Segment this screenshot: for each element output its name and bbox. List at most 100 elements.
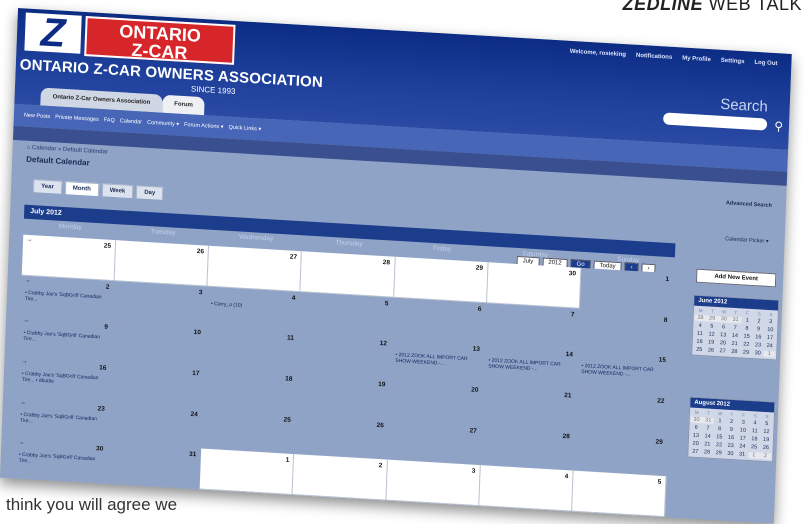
calendar-day-cell[interactable]: 26 (294, 413, 390, 460)
calendar-event[interactable]: • 2012 ZOOK ALL IMPORT CAR SHOW WEEKEND … (395, 352, 477, 369)
calendar-day-cell[interactable]: 13 • 2012 ZOOK ALL IMPORT CAR SHOW WEEKEN… (390, 338, 486, 385)
mini-day[interactable]: 20 (690, 441, 702, 448)
day-number[interactable]: 27 (469, 427, 476, 434)
week-arrow-icon[interactable]: → (24, 277, 30, 283)
mini-day[interactable]: 10 (737, 427, 749, 434)
calendar-day-cell[interactable]: 27 (207, 245, 303, 292)
mini-day[interactable]: 5 (761, 421, 773, 428)
mini-day[interactable]: 1 (747, 451, 760, 459)
day-number[interactable]: 28 (383, 259, 390, 266)
mini-day[interactable]: 14 (702, 433, 714, 440)
subnav-new-posts[interactable]: New Posts (23, 105, 50, 129)
calendar-day-cell[interactable]: 24 (108, 402, 204, 449)
mini-day[interactable]: 12 (760, 429, 772, 436)
calendar-day-cell[interactable]: 28 (480, 424, 576, 471)
mini-day[interactable]: 12 (706, 331, 718, 338)
logo-wordmark[interactable]: ONTARIO Z-CAR (84, 16, 236, 65)
day-number[interactable]: 31 (189, 451, 196, 458)
mini-day[interactable]: 7 (702, 425, 714, 432)
week-arrow-icon[interactable]: → (23, 318, 29, 324)
mini-day[interactable]: 2 (753, 318, 765, 325)
mini-day[interactable]: 6 (690, 425, 702, 432)
mini-day[interactable]: 17 (737, 435, 749, 442)
mini-day[interactable]: 31 (729, 316, 742, 324)
mini-day[interactable]: 29 (713, 450, 725, 457)
tab-year[interactable]: Year (32, 179, 63, 194)
day-number[interactable]: 25 (283, 416, 290, 423)
calendar-day-cell[interactable]: 19 (296, 373, 391, 420)
calendar-day-cell[interactable]: 14 • 2012 ZOOK ALL IMPORT CAR SHOW WEEKEN… (483, 343, 579, 390)
day-number[interactable]: 9 (104, 324, 108, 331)
day-number[interactable]: 15 (659, 357, 666, 364)
calendar-day-cell[interactable]: 3 (385, 459, 481, 507)
tab-month[interactable]: Month (64, 181, 100, 197)
week-arrow-icon[interactable]: → (21, 359, 27, 365)
mini-day[interactable]: 11 (694, 331, 706, 338)
mini-day[interactable]: 18 (748, 436, 760, 443)
calendar-day-cell[interactable]: 8 (578, 308, 673, 355)
day-number[interactable]: 19 (378, 381, 385, 388)
calendar-day-cell[interactable]: 31 (106, 443, 202, 490)
mini-day[interactable]: 13 (690, 433, 702, 440)
mini-day[interactable]: 10 (764, 327, 776, 334)
mini-day[interactable]: 25 (748, 444, 760, 451)
mini-day[interactable]: 3 (765, 319, 777, 326)
calendar-day-cell[interactable]: 27 (387, 419, 483, 466)
calendar-day-cell[interactable]: 1 (579, 267, 675, 314)
mini-day[interactable]: 17 (764, 335, 776, 342)
mini-day[interactable]: 16 (725, 435, 737, 442)
calendar-day-cell[interactable]: 26 (114, 240, 210, 287)
day-number[interactable]: 11 (287, 335, 294, 342)
calendar-event[interactable]: • Crabby Joe's 'SqBGrill' Canadian Tire.… (20, 411, 102, 428)
day-number[interactable]: 25 (104, 242, 111, 249)
calendar-day-cell[interactable]: 15 • 2012 ZOOK ALL IMPORT CAR SHOW WEEKEN… (576, 349, 672, 396)
search-icon[interactable]: ⚲ (774, 119, 783, 134)
calendar-day-cell[interactable]: 9 → • Crabby Joe's 'SqBGrill' Canadian Tir… (18, 315, 114, 363)
day-number[interactable]: 20 (471, 386, 478, 393)
day-number[interactable]: 30 (569, 270, 576, 277)
user-nav-notifications[interactable]: Notifications (636, 53, 673, 61)
mini-day[interactable]: 16 (752, 334, 764, 341)
breadcrumb-calendar[interactable]: Calendar (32, 145, 57, 152)
mini-day[interactable]: 7 (729, 325, 741, 332)
calendar-day-cell[interactable]: 25 (201, 408, 297, 455)
day-number[interactable]: 27 (290, 254, 297, 261)
mini-day[interactable]: 18 (694, 339, 706, 346)
calendar-day-cell[interactable]: 7 (485, 302, 580, 350)
calendar-day-cell[interactable]: 17 (110, 362, 205, 409)
calendar-day-cell[interactable]: 4 (478, 465, 574, 512)
calendar-day-cell[interactable]: 6 (392, 297, 487, 344)
mini-day[interactable]: 19 (705, 339, 717, 346)
mini-day[interactable]: 30 (717, 316, 730, 323)
mini-day[interactable]: 28 (694, 314, 707, 322)
mini-day[interactable]: 31 (736, 451, 748, 458)
mini-day[interactable]: 2 (726, 419, 738, 426)
mini-day[interactable]: 9 (725, 427, 737, 434)
day-number[interactable]: 4 (292, 294, 296, 301)
calendar-event[interactable]: • 2012 ZOOK ALL IMPORT CAR SHOW WEEKEND … (488, 358, 570, 375)
day-number[interactable]: 12 (380, 340, 387, 347)
day-number[interactable]: 7 (571, 311, 575, 318)
mini-day[interactable]: 8 (714, 426, 726, 433)
mini-day[interactable]: 21 (729, 341, 741, 348)
calendar-event[interactable]: • Crabby Joe's 'SqBGrill' Canadian Tire.… (22, 371, 104, 388)
advanced-search-link[interactable]: Advanced Search (726, 200, 772, 209)
day-number[interactable]: 3 (199, 289, 203, 296)
day-number[interactable]: 29 (476, 265, 483, 272)
day-number[interactable]: 29 (655, 438, 662, 445)
calendar-day-cell[interactable]: 29 (573, 430, 669, 477)
day-number[interactable]: 22 (657, 398, 664, 405)
calendar-day-cell[interactable]: 18 (203, 367, 298, 414)
mini-day[interactable]: 11 (749, 428, 761, 435)
calendar-day-cell[interactable]: 25 → (21, 234, 117, 281)
subnav-private-messages[interactable]: Private Messages (55, 106, 99, 131)
calendar-day-cell[interactable]: 12 (297, 332, 393, 379)
mini-day[interactable]: 25 (693, 347, 705, 354)
day-number[interactable]: 2 (378, 462, 382, 469)
subnav-community[interactable]: Community ▾ (147, 112, 180, 136)
user-nav-profile[interactable]: My Profile (682, 55, 711, 63)
mini-day[interactable]: 29 (706, 315, 719, 323)
week-arrow-icon[interactable]: → (26, 237, 32, 243)
day-number[interactable]: 5 (657, 479, 661, 486)
calendar-day-cell[interactable]: 21 (482, 384, 577, 431)
